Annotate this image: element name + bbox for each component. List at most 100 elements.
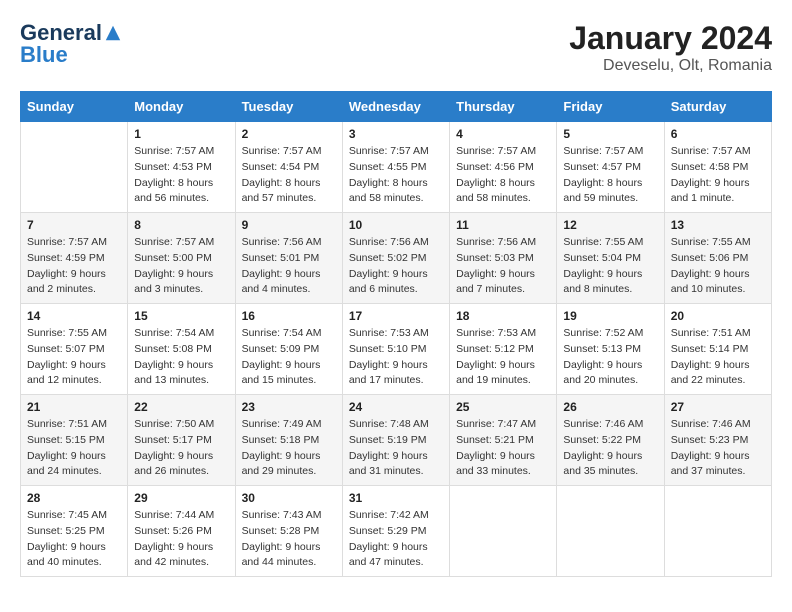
calendar-cell: 14 Sunrise: 7:55 AM Sunset: 5:07 PM Dayl…: [21, 304, 128, 395]
day-number: 17: [349, 309, 443, 323]
sunset: Sunset: 5:02 PM: [349, 252, 427, 264]
page-header: General Blue January 2024 Deveselu, Olt,…: [20, 20, 772, 75]
calendar-cell: 16 Sunrise: 7:54 AM Sunset: 5:09 PM Dayl…: [235, 304, 342, 395]
day-info: Sunrise: 7:47 AM Sunset: 5:21 PM Dayligh…: [456, 417, 550, 480]
calendar-cell: 30 Sunrise: 7:43 AM Sunset: 5:28 PM Dayl…: [235, 486, 342, 577]
sunset: Sunset: 5:18 PM: [242, 434, 320, 446]
daylight: Daylight: 9 hours and 19 minutes.: [456, 359, 535, 387]
day-info: Sunrise: 7:53 AM Sunset: 5:12 PM Dayligh…: [456, 326, 550, 389]
sunrise: Sunrise: 7:51 AM: [671, 327, 751, 339]
day-number: 5: [563, 127, 657, 141]
calendar-cell: 12 Sunrise: 7:55 AM Sunset: 5:04 PM Dayl…: [557, 213, 664, 304]
day-number: 12: [563, 218, 657, 232]
sunrise: Sunrise: 7:51 AM: [27, 418, 107, 430]
column-header-saturday: Saturday: [664, 92, 771, 122]
sunrise: Sunrise: 7:57 AM: [242, 145, 322, 157]
day-number: 6: [671, 127, 765, 141]
daylight: Daylight: 9 hours and 13 minutes.: [134, 359, 213, 387]
calendar-cell: [21, 122, 128, 213]
day-info: Sunrise: 7:50 AM Sunset: 5:17 PM Dayligh…: [134, 417, 228, 480]
calendar-cell: [557, 486, 664, 577]
daylight: Daylight: 9 hours and 33 minutes.: [456, 450, 535, 478]
day-info: Sunrise: 7:54 AM Sunset: 5:09 PM Dayligh…: [242, 326, 336, 389]
sunset: Sunset: 5:08 PM: [134, 343, 212, 355]
daylight: Daylight: 9 hours and 24 minutes.: [27, 450, 106, 478]
day-info: Sunrise: 7:43 AM Sunset: 5:28 PM Dayligh…: [242, 508, 336, 571]
day-info: Sunrise: 7:46 AM Sunset: 5:23 PM Dayligh…: [671, 417, 765, 480]
sunrise: Sunrise: 7:50 AM: [134, 418, 214, 430]
day-number: 1: [134, 127, 228, 141]
sunset: Sunset: 5:19 PM: [349, 434, 427, 446]
day-info: Sunrise: 7:56 AM Sunset: 5:03 PM Dayligh…: [456, 235, 550, 298]
sunrise: Sunrise: 7:42 AM: [349, 509, 429, 521]
sunset: Sunset: 4:53 PM: [134, 161, 212, 173]
sunrise: Sunrise: 7:48 AM: [349, 418, 429, 430]
month-title: January 2024: [569, 20, 772, 57]
daylight: Daylight: 9 hours and 17 minutes.: [349, 359, 428, 387]
sunset: Sunset: 5:07 PM: [27, 343, 105, 355]
daylight: Daylight: 9 hours and 22 minutes.: [671, 359, 750, 387]
day-info: Sunrise: 7:55 AM Sunset: 5:04 PM Dayligh…: [563, 235, 657, 298]
daylight: Daylight: 9 hours and 8 minutes.: [563, 268, 642, 296]
day-info: Sunrise: 7:48 AM Sunset: 5:19 PM Dayligh…: [349, 417, 443, 480]
logo: General Blue: [20, 20, 122, 68]
day-number: 7: [27, 218, 121, 232]
day-info: Sunrise: 7:51 AM Sunset: 5:14 PM Dayligh…: [671, 326, 765, 389]
daylight: Daylight: 9 hours and 29 minutes.: [242, 450, 321, 478]
sunset: Sunset: 5:10 PM: [349, 343, 427, 355]
sunset: Sunset: 5:26 PM: [134, 525, 212, 537]
day-number: 18: [456, 309, 550, 323]
daylight: Daylight: 9 hours and 44 minutes.: [242, 541, 321, 569]
day-info: Sunrise: 7:57 AM Sunset: 4:56 PM Dayligh…: [456, 144, 550, 207]
day-number: 19: [563, 309, 657, 323]
daylight: Daylight: 8 hours and 56 minutes.: [134, 177, 213, 205]
day-number: 29: [134, 491, 228, 505]
sunset: Sunset: 5:21 PM: [456, 434, 534, 446]
daylight: Daylight: 9 hours and 35 minutes.: [563, 450, 642, 478]
day-number: 20: [671, 309, 765, 323]
daylight: Daylight: 9 hours and 2 minutes.: [27, 268, 106, 296]
sunrise: Sunrise: 7:45 AM: [27, 509, 107, 521]
daylight: Daylight: 9 hours and 37 minutes.: [671, 450, 750, 478]
calendar-cell: 8 Sunrise: 7:57 AM Sunset: 5:00 PM Dayli…: [128, 213, 235, 304]
day-info: Sunrise: 7:45 AM Sunset: 5:25 PM Dayligh…: [27, 508, 121, 571]
sunrise: Sunrise: 7:57 AM: [27, 236, 107, 248]
calendar-cell: 11 Sunrise: 7:56 AM Sunset: 5:03 PM Dayl…: [450, 213, 557, 304]
calendar-cell: 25 Sunrise: 7:47 AM Sunset: 5:21 PM Dayl…: [450, 395, 557, 486]
sunset: Sunset: 5:09 PM: [242, 343, 320, 355]
sunset: Sunset: 5:13 PM: [563, 343, 641, 355]
day-number: 26: [563, 400, 657, 414]
day-info: Sunrise: 7:57 AM Sunset: 5:00 PM Dayligh…: [134, 235, 228, 298]
day-number: 23: [242, 400, 336, 414]
calendar-cell: 15 Sunrise: 7:54 AM Sunset: 5:08 PM Dayl…: [128, 304, 235, 395]
daylight: Daylight: 9 hours and 10 minutes.: [671, 268, 750, 296]
calendar-cell: 2 Sunrise: 7:57 AM Sunset: 4:54 PM Dayli…: [235, 122, 342, 213]
title-block: January 2024 Deveselu, Olt, Romania: [569, 20, 772, 75]
day-number: 21: [27, 400, 121, 414]
sunset: Sunset: 5:23 PM: [671, 434, 749, 446]
day-info: Sunrise: 7:46 AM Sunset: 5:22 PM Dayligh…: [563, 417, 657, 480]
day-info: Sunrise: 7:55 AM Sunset: 5:07 PM Dayligh…: [27, 326, 121, 389]
column-header-friday: Friday: [557, 92, 664, 122]
sunset: Sunset: 4:59 PM: [27, 252, 105, 264]
daylight: Daylight: 9 hours and 31 minutes.: [349, 450, 428, 478]
sunrise: Sunrise: 7:46 AM: [563, 418, 643, 430]
sunrise: Sunrise: 7:57 AM: [134, 236, 214, 248]
day-number: 25: [456, 400, 550, 414]
sunrise: Sunrise: 7:54 AM: [242, 327, 322, 339]
sunrise: Sunrise: 7:43 AM: [242, 509, 322, 521]
sunset: Sunset: 4:55 PM: [349, 161, 427, 173]
sunset: Sunset: 5:06 PM: [671, 252, 749, 264]
sunrise: Sunrise: 7:55 AM: [671, 236, 751, 248]
daylight: Daylight: 9 hours and 6 minutes.: [349, 268, 428, 296]
daylight: Daylight: 9 hours and 7 minutes.: [456, 268, 535, 296]
daylight: Daylight: 8 hours and 57 minutes.: [242, 177, 321, 205]
sunrise: Sunrise: 7:55 AM: [27, 327, 107, 339]
day-number: 3: [349, 127, 443, 141]
day-info: Sunrise: 7:55 AM Sunset: 5:06 PM Dayligh…: [671, 235, 765, 298]
column-header-tuesday: Tuesday: [235, 92, 342, 122]
calendar-cell: 4 Sunrise: 7:57 AM Sunset: 4:56 PM Dayli…: [450, 122, 557, 213]
calendar-cell: 7 Sunrise: 7:57 AM Sunset: 4:59 PM Dayli…: [21, 213, 128, 304]
sunrise: Sunrise: 7:44 AM: [134, 509, 214, 521]
calendar-cell: 21 Sunrise: 7:51 AM Sunset: 5:15 PM Dayl…: [21, 395, 128, 486]
